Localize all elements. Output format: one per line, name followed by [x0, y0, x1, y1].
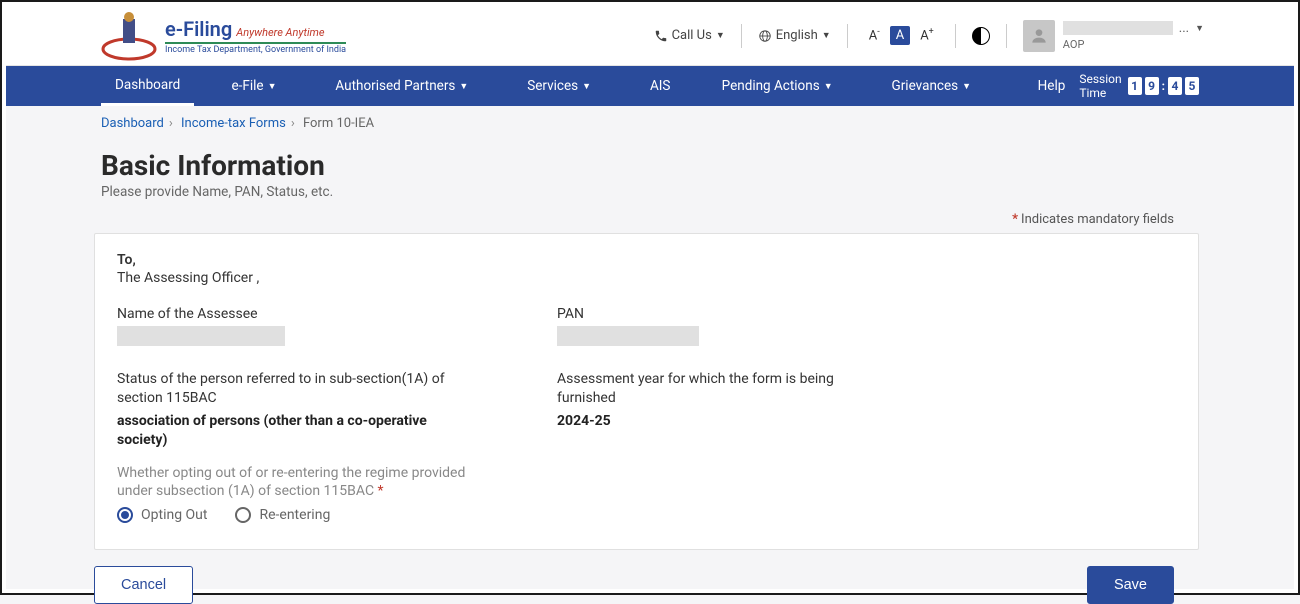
chevron-down-icon: ▼ [582, 81, 591, 92]
logo-block: e-Filing Anywhere Anytime Income Tax Dep… [101, 11, 346, 61]
nav-efile[interactable]: e-File▼ [218, 66, 291, 106]
font-normal-button[interactable]: A [890, 26, 910, 45]
to-label: To, [117, 252, 1176, 268]
radio-re-entering[interactable]: Re-entering [235, 507, 330, 523]
chevron-down-icon: ▼ [962, 81, 971, 92]
chevron-down-icon: ▼ [459, 81, 468, 92]
radio-opting-out[interactable]: Opting Out [117, 507, 207, 523]
user-name-masked [1063, 21, 1173, 35]
radio-opting-out-label: Opting Out [141, 507, 207, 523]
session-digit: 5 [1185, 77, 1199, 95]
call-us-button[interactable]: Call Us ▼ [654, 28, 725, 43]
divider [741, 24, 742, 48]
user-role: AOP [1063, 38, 1204, 51]
logo-text: e-Filing Anywhere Anytime Income Tax Dep… [165, 17, 346, 55]
session-label: Session Time [1079, 72, 1121, 100]
nav-grievances[interactable]: Grievances▼ [878, 66, 985, 106]
chevron-down-icon: ▼ [822, 30, 831, 41]
call-us-label: Call Us [672, 28, 712, 43]
nav-help[interactable]: Help [1024, 66, 1080, 106]
name-value-masked [117, 326, 285, 346]
opt-question: Whether opting out of or re-entering the… [117, 464, 477, 502]
emblem-icon [101, 11, 157, 61]
cancel-button[interactable]: Cancel [94, 566, 193, 604]
breadcrumb: Dashboard› Income-tax Forms› Form 10-IEA [6, 106, 1294, 141]
divider [1006, 24, 1007, 48]
session-colon: : [1162, 79, 1165, 93]
page-title: Basic Information [101, 149, 1199, 182]
font-increase-button[interactable]: A+ [915, 25, 939, 45]
phone-icon [654, 29, 668, 43]
logo-subtitle: Income Tax Department, Government of Ind… [165, 42, 346, 55]
ay-value: 2024-25 [557, 412, 877, 431]
topbar: e-Filing Anywhere Anytime Income Tax Dep… [6, 6, 1294, 66]
nav-ais[interactable]: AIS [636, 66, 685, 106]
name-label: Name of the Assessee [117, 306, 557, 322]
status-value: association of persons (other than a co-… [117, 412, 437, 450]
logo-main: e-Filing [165, 17, 232, 41]
status-label: Status of the person referred to in sub-… [117, 370, 447, 408]
user-ellipsis: ... [1179, 21, 1189, 36]
mandatory-note: *Indicates mandatory fields [6, 212, 1294, 233]
radio-re-entering-label: Re-entering [259, 507, 330, 523]
session-digit: 4 [1168, 77, 1182, 95]
to-officer: The Assessing Officer , [117, 270, 1176, 286]
session-time: Session Time 1 9 : 4 5 [1079, 72, 1199, 100]
chevron-down-icon: ▼ [716, 30, 725, 41]
save-button[interactable]: Save [1087, 566, 1174, 604]
language-button[interactable]: English ▼ [758, 28, 831, 43]
user-menu[interactable]: ... ▼ AOP [1023, 20, 1204, 52]
avatar [1023, 20, 1055, 52]
user-icon [1029, 26, 1049, 46]
pan-value-masked [557, 326, 699, 346]
font-size-controls: A- A A+ [864, 25, 939, 45]
nav-services[interactable]: Services▼ [513, 66, 605, 106]
session-digit: 1 [1128, 77, 1142, 95]
radio-icon [117, 507, 133, 523]
chevron-down-icon: ▼ [268, 81, 277, 92]
breadcrumb-dashboard[interactable]: Dashboard [101, 116, 164, 131]
globe-icon [758, 29, 772, 43]
nav-pending-actions[interactable]: Pending Actions▼ [708, 66, 847, 106]
navbar: Dashboard e-File▼ Authorised Partners▼ S… [6, 66, 1294, 106]
language-label: English [776, 28, 818, 43]
ay-label: Assessment year for which the form is be… [557, 370, 847, 408]
divider [955, 24, 956, 48]
divider [847, 24, 848, 48]
logo-tagline: Anywhere Anytime [236, 26, 324, 39]
form-card: To, The Assessing Officer , Name of the … [94, 233, 1199, 550]
contrast-toggle[interactable] [972, 27, 990, 45]
page-subtitle: Please provide Name, PAN, Status, etc. [101, 184, 1199, 200]
font-decrease-button[interactable]: A- [864, 25, 885, 45]
chevron-down-icon: ▼ [824, 81, 833, 92]
nav-dashboard[interactable]: Dashboard [101, 66, 194, 106]
session-digit: 9 [1145, 77, 1159, 95]
breadcrumb-current: Form 10-IEA [303, 116, 374, 131]
nav-authorised-partners[interactable]: Authorised Partners▼ [321, 66, 482, 106]
chevron-down-icon: ▼ [1195, 23, 1204, 34]
radio-icon [235, 507, 251, 523]
breadcrumb-forms[interactable]: Income-tax Forms [181, 116, 286, 131]
pan-label: PAN [557, 306, 1176, 322]
